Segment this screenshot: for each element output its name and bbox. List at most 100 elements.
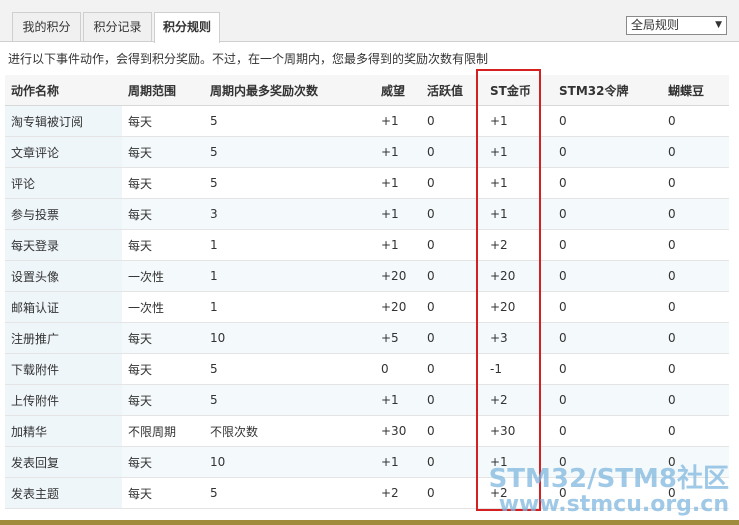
cell-st-coin: +1 [484, 105, 553, 137]
cell-activity: 0 [421, 229, 484, 261]
cell-butterfly-bean: 0 [662, 198, 729, 230]
table-row: 发表回复 每天 10 +1 0 +1 0 0 [5, 446, 729, 478]
table-header-row: 动作名称 周期范围 周期内最多奖励次数 威望 活跃值 ST金币 STM32令牌 蝴蝶豆 [5, 75, 729, 106]
cell-st-coin: +20 [484, 291, 553, 323]
rule-scope-select[interactable]: 全局规则 ▼ [626, 16, 727, 35]
cell-stm32-token: 0 [553, 260, 662, 292]
cell-prestige: +1 [375, 136, 421, 168]
cell-activity: 0 [421, 167, 484, 199]
cell-period: 一次性 [122, 291, 204, 323]
cell-butterfly-bean: 0 [662, 415, 729, 447]
cell-st-coin: +1 [484, 136, 553, 168]
table-row: 邮箱认证 一次性 1 +20 0 +20 0 0 [5, 291, 729, 323]
cell-butterfly-bean: 0 [662, 446, 729, 478]
cell-prestige: 0 [375, 353, 421, 385]
cell-max-rewards: 5 [204, 477, 375, 509]
cell-stm32-token: 0 [553, 477, 662, 509]
cell-max-rewards: 10 [204, 322, 375, 354]
table-row: 发表主题 每天 5 +2 0 +2 0 0 [5, 477, 729, 509]
cell-action-name: 评论 [5, 167, 122, 199]
cell-prestige: +1 [375, 229, 421, 261]
cell-st-coin: +2 [484, 384, 553, 416]
cell-st-coin: +2 [484, 477, 553, 509]
table-row: 评论 每天 5 +1 0 +1 0 0 [5, 167, 729, 199]
cell-st-coin: +1 [484, 446, 553, 478]
cell-prestige: +2 [375, 477, 421, 509]
cell-max-rewards: 10 [204, 446, 375, 478]
cell-st-coin: +2 [484, 229, 553, 261]
cell-st-coin: +3 [484, 322, 553, 354]
cell-stm32-token: 0 [553, 229, 662, 261]
cell-period: 每天 [122, 384, 204, 416]
cell-st-coin: +30 [484, 415, 553, 447]
cell-period: 每天 [122, 105, 204, 137]
table-row: 文章评论 每天 5 +1 0 +1 0 0 [5, 136, 729, 168]
cell-stm32-token: 0 [553, 167, 662, 199]
cell-stm32-token: 0 [553, 353, 662, 385]
table-row: 设置头像 一次性 1 +20 0 +20 0 0 [5, 260, 729, 292]
cell-period: 每天 [122, 446, 204, 478]
cell-activity: 0 [421, 353, 484, 385]
footer-bar [0, 520, 739, 525]
cell-period: 每天 [122, 229, 204, 261]
cell-butterfly-bean: 0 [662, 291, 729, 323]
cell-stm32-token: 0 [553, 136, 662, 168]
cell-stm32-token: 0 [553, 415, 662, 447]
cell-prestige: +1 [375, 446, 421, 478]
cell-butterfly-bean: 0 [662, 136, 729, 168]
cell-action-name: 加精华 [5, 415, 122, 447]
table-row: 参与投票 每天 3 +1 0 +1 0 0 [5, 198, 729, 230]
cell-max-rewards: 3 [204, 198, 375, 230]
table-row: 注册推广 每天 10 +5 0 +3 0 0 [5, 322, 729, 354]
cell-butterfly-bean: 0 [662, 353, 729, 385]
cell-action-name: 参与投票 [5, 198, 122, 230]
cell-period: 每天 [122, 198, 204, 230]
cell-st-coin: +1 [484, 167, 553, 199]
column-header-prestige: 威望 [375, 75, 421, 106]
cell-st-coin: +1 [484, 198, 553, 230]
cell-prestige: +20 [375, 291, 421, 323]
cell-stm32-token: 0 [553, 291, 662, 323]
tab-points-rules[interactable]: 积分规则 [154, 12, 220, 43]
cell-action-name: 下载附件 [5, 353, 122, 385]
rule-scope-value: 全局规则 [631, 18, 680, 32]
cell-prestige: +30 [375, 415, 421, 447]
cell-activity: 0 [421, 291, 484, 323]
cell-period: 不限周期 [122, 415, 204, 447]
cell-butterfly-bean: 0 [662, 229, 729, 261]
column-header-period: 周期范围 [122, 75, 204, 106]
table-body: 淘专辑被订阅 每天 5 +1 0 +1 0 0 文章评论 每天 5 +1 0 +1 0 0 评论 每天 5 +1 0 +1… [5, 105, 729, 509]
cell-butterfly-bean: 0 [662, 477, 729, 509]
cell-activity: 0 [421, 415, 484, 447]
column-header-stm32-token: STM32令牌 [553, 75, 662, 106]
cell-period: 每天 [122, 353, 204, 385]
cell-action-name: 邮箱认证 [5, 291, 122, 323]
cell-action-name: 发表回复 [5, 446, 122, 478]
cell-butterfly-bean: 0 [662, 105, 729, 137]
column-header-st-coin: ST金币 [484, 75, 553, 106]
cell-activity: 0 [421, 260, 484, 292]
tab-points-history[interactable]: 积分记录 [83, 12, 152, 41]
cell-period: 一次性 [122, 260, 204, 292]
cell-prestige: +1 [375, 105, 421, 137]
cell-activity: 0 [421, 384, 484, 416]
cell-stm32-token: 0 [553, 384, 662, 416]
cell-st-coin: +20 [484, 260, 553, 292]
points-rules-table: 动作名称 周期范围 周期内最多奖励次数 威望 活跃值 ST金币 STM32令牌 蝴蝶豆 淘专辑… [5, 75, 729, 509]
tab-my-points[interactable]: 我的积分 [12, 12, 81, 41]
cell-period: 每天 [122, 167, 204, 199]
cell-max-rewards: 不限次数 [204, 415, 375, 447]
cell-period: 每天 [122, 136, 204, 168]
column-header-activity: 活跃值 [421, 75, 484, 106]
cell-max-rewards: 5 [204, 136, 375, 168]
cell-prestige: +5 [375, 322, 421, 354]
cell-period: 每天 [122, 477, 204, 509]
cell-butterfly-bean: 0 [662, 260, 729, 292]
cell-activity: 0 [421, 105, 484, 137]
cell-max-rewards: 1 [204, 260, 375, 292]
column-header-action-name: 动作名称 [5, 75, 122, 106]
cell-max-rewards: 5 [204, 353, 375, 385]
cell-stm32-token: 0 [553, 322, 662, 354]
cell-prestige: +20 [375, 260, 421, 292]
table-row: 下载附件 每天 5 0 0 -1 0 0 [5, 353, 729, 385]
